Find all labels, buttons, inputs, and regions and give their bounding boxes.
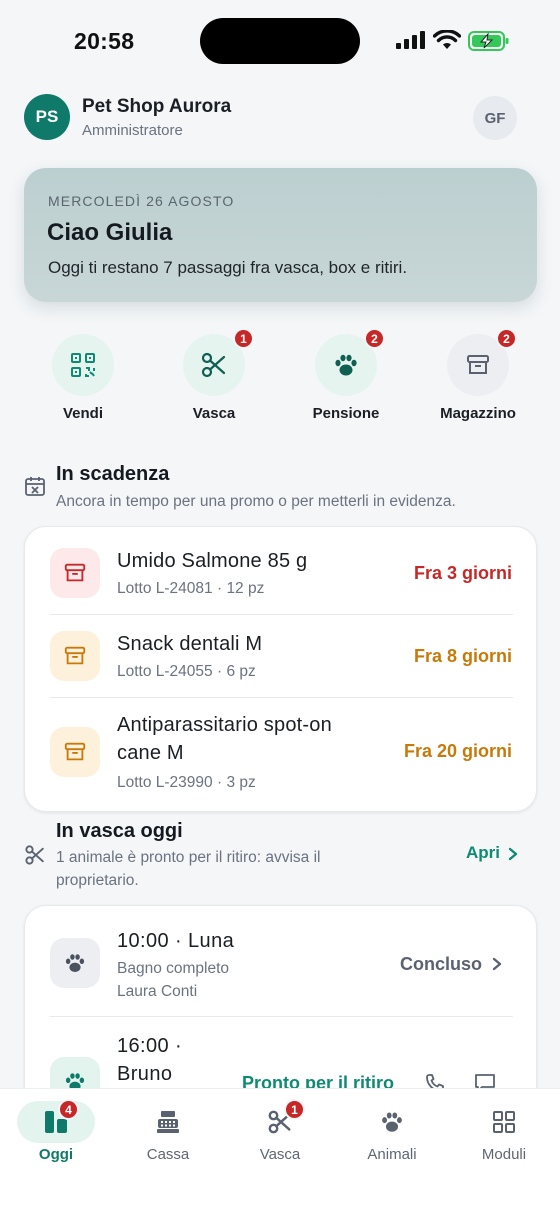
quick-action-pensione[interactable]: 2 Pensione [291,328,401,424]
item-due: Fra 8 giorni [413,646,512,666]
greeting-subtitle: Oggi ti restano 7 passaggi fra vasca, bo… [48,258,408,277]
appointment-name: Bruno [117,1063,173,1085]
tab-oggi[interactable]: 4 Oggi [0,1089,112,1179]
app-header: PS Pet Shop Aurora Amministratore GF [24,94,518,142]
greeting-card: MERCOLEDÌ 26 AGOSTO Ciao Giulia Oggi ti … [24,168,537,302]
expiring-item[interactable]: Snack dentali M Lotto L-24055 · 6 pz Fra… [25,615,538,698]
tab-label: Animali [367,1146,417,1163]
appointment-time-name: 10:00 · Luna [117,930,235,952]
grooming-subtitle: 1 animale è pronto per il ritiro: avvisa… [56,849,321,866]
item-name-line2: cane M [117,742,184,764]
appointment-row[interactable]: 10:00 · Luna Bagno completo Laura Conti … [25,906,538,1016]
item-lot: Lotto L-24081 · 12 pz [117,580,265,597]
status-time: 20:58 [74,28,135,54]
user-avatar[interactable]: GF [473,96,517,140]
tab-badge: 4 [58,1099,79,1120]
status-bar: 20:58 [0,0,560,84]
quick-action-label: Magazzino [440,405,516,422]
quick-action-vendi[interactable]: Vendi [28,334,138,424]
cellular-signal-icon [396,31,425,49]
vasca-badge: 1 [233,328,254,349]
archive-box-icon [50,631,100,681]
expiring-subtitle: Ancora in tempo per una promo o per mett… [56,493,456,510]
wifi-icon [433,30,461,49]
expiring-item[interactable]: Antiparassitario spot-on cane M Lotto L-… [25,698,538,812]
appointment-owner: Laura Conti [117,983,198,1000]
user-role: Amministratore [82,122,183,139]
dynamic-island [200,18,360,64]
item-name: Umido Salmone 85 g [117,550,308,572]
grooming-title: In vasca oggi [56,820,183,842]
tab-label: Vasca [259,1146,301,1163]
item-name: Antiparassitario spot-on [117,714,332,736]
tab-label: Oggi [38,1146,74,1163]
archive-box-icon [50,727,100,777]
cash-register-icon [152,1107,184,1137]
tab-badge: 1 [284,1099,305,1120]
magazzino-badge: 2 [496,328,517,349]
grooming-subtitle-line2: proprietario. [56,872,139,889]
grid-icon [488,1107,520,1137]
appointment-status: Concluso [400,954,483,974]
bottom-tab-bar: 4 Oggi Cassa 1 Vasca Animali Moduli [0,1088,560,1216]
quick-action-label: Pensione [312,405,380,422]
shop-name: Pet Shop Aurora [82,96,232,117]
item-lot: Lotto L-24055 · 6 pz [117,663,256,680]
tab-cassa[interactable]: Cassa [112,1089,224,1179]
appointment-time: 16:00 · [117,1035,183,1057]
paw-icon [50,938,100,988]
item-due: Fra 20 giorni [403,741,512,761]
paw-icon [376,1107,408,1137]
calendar-x-icon [25,477,45,496]
item-lot: Lotto L-23990 · 3 pz [117,774,256,791]
quick-action-label: Vasca [192,405,236,422]
shop-avatar[interactable]: PS [24,94,70,140]
tab-moduli[interactable]: Moduli [448,1089,560,1179]
open-grooming-link[interactable]: Apri [466,843,500,863]
tab-vasca[interactable]: 1 Vasca [224,1089,336,1179]
scissors-icon [25,845,44,865]
tab-label: Moduli [481,1146,527,1163]
item-name: Snack dentali M [117,633,263,655]
pensione-badge: 2 [364,328,385,349]
appointment-service: Bagno completo [117,960,230,977]
archive-box-icon [50,548,100,598]
tab-label: Cassa [146,1146,190,1163]
greeting-date: MERCOLEDÌ 26 AGOSTO [48,193,235,209]
quick-action-magazzino[interactable]: 2 Magazzino [423,328,533,424]
expiring-card: Umido Salmone 85 g Lotto L-24081 · 12 pz… [24,526,537,812]
tab-animali[interactable]: Animali [336,1089,448,1179]
qr-code-icon [52,334,114,396]
battery-charging-icon [468,31,509,51]
expiring-item[interactable]: Umido Salmone 85 g Lotto L-24081 · 12 pz… [25,527,538,615]
chevron-right-icon[interactable] [508,847,518,861]
quick-action-label: Vendi [62,405,103,422]
chevron-right-icon[interactable] [492,957,502,971]
greeting-title: Ciao Giulia [47,219,173,246]
expiring-title: In scadenza [56,463,170,485]
item-due: Fra 3 giorni [413,563,512,583]
quick-action-vasca[interactable]: 1 Vasca [159,328,269,424]
